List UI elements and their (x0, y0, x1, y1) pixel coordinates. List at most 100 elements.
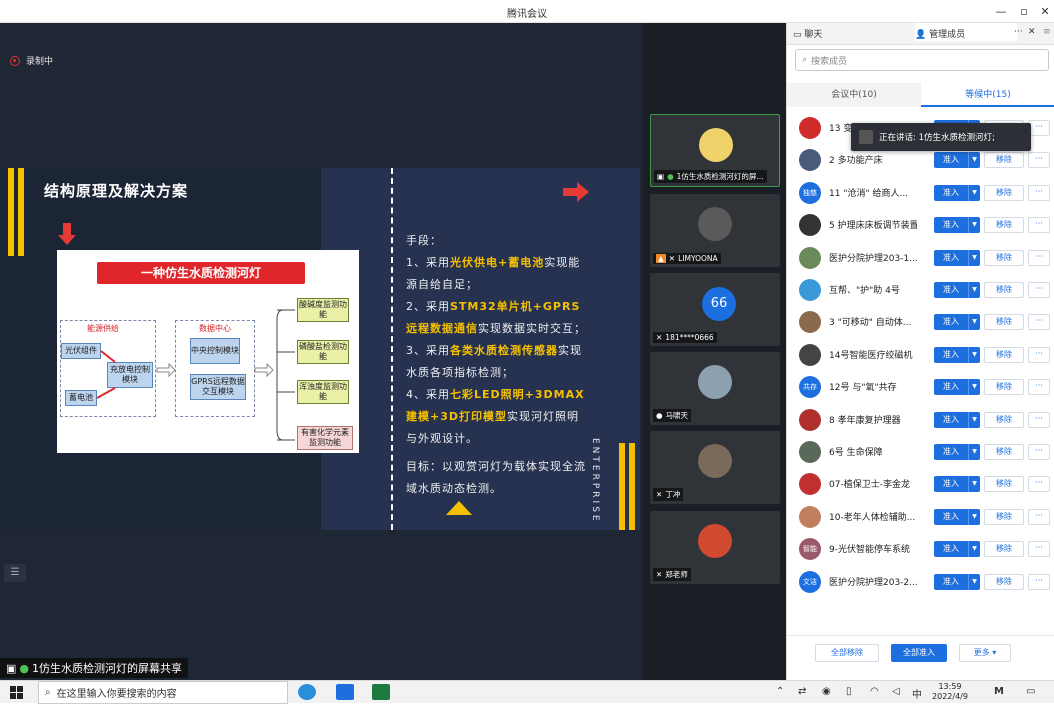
member-name: 6号 生命保障 (829, 448, 883, 458)
member-more-button[interactable]: ··· (1028, 184, 1050, 201)
video-tile[interactable]: ✕ 郑老师 (650, 511, 780, 584)
member-more-button[interactable]: ··· (1028, 282, 1050, 298)
excel-icon[interactable] (372, 684, 390, 700)
remove-button[interactable]: 移除 (984, 379, 1024, 396)
tray-app-icon[interactable]: ◉ (822, 686, 831, 697)
admit-button[interactable]: 准入▼ (934, 217, 980, 234)
admit-button[interactable]: 准入▼ (934, 573, 980, 590)
member-more-button[interactable]: ··· (1028, 444, 1050, 460)
member-more-button[interactable]: ··· (1028, 476, 1050, 493)
tray-battery-icon[interactable]: ▯ (846, 686, 852, 697)
remove-button[interactable]: 移除 (984, 249, 1024, 266)
tab-in-meeting[interactable]: 会议中(10) (787, 83, 921, 107)
remove-button[interactable]: 移除 (984, 217, 1024, 234)
admit-button[interactable]: 准入▼ (934, 476, 980, 493)
tray-wifi-icon[interactable]: ◠ (870, 686, 879, 697)
tray-network-icon[interactable]: ⇄ (798, 686, 806, 697)
remove-button[interactable]: 移除 (984, 411, 1024, 428)
member-search-input[interactable]: ⌕ 搜索成员 (795, 49, 1049, 71)
member-name: 医护分院护理203-2... (829, 577, 917, 588)
video-tile[interactable]: ✕ 丁冲 (650, 431, 780, 504)
avatar (799, 117, 821, 139)
list-icon[interactable]: ☰ (4, 564, 26, 582)
tab-members[interactable]: 👤 管理成员 (915, 23, 1017, 41)
member-more-button[interactable]: ··· (1028, 573, 1050, 590)
admit-button[interactable]: 准入▼ (934, 282, 980, 298)
member-name: 07-植保卫士-李金龙 (829, 480, 910, 491)
means-item-4: 4、采用七彩LED照明+3DMAX建模+3D打印模型实现河灯照明与外观设计。 (406, 388, 585, 445)
tab-waiting[interactable]: 等候中(15) (921, 83, 1054, 107)
panel-menu-icon[interactable]: ≡ (1043, 27, 1051, 37)
minimize-button[interactable]: — (990, 3, 1012, 20)
video-tile[interactable]: ▲ ✕ LIMYOONA (650, 194, 780, 267)
remove-button[interactable]: 移除 (984, 184, 1024, 201)
avatar (859, 130, 873, 144)
footer-more-button[interactable]: 更多 ▾ (959, 644, 1011, 662)
edge-icon[interactable] (298, 684, 316, 700)
admit-button[interactable]: 准入▼ (934, 541, 980, 558)
member-row: 医护分院护理203-1... 准入 ▼ 移除 ··· (787, 241, 1054, 273)
clock-date: 2022/4/9 (932, 692, 968, 701)
member-more-button[interactable]: ··· (1028, 217, 1050, 234)
admit-all-button[interactable]: 全部准入 (891, 644, 947, 662)
admit-button[interactable]: 准入▼ (934, 346, 980, 363)
avatar: 66 (702, 287, 736, 321)
remove-button[interactable]: 移除 (984, 541, 1024, 558)
member-more-button[interactable]: ··· (1028, 541, 1050, 558)
remove-button[interactable]: 移除 (984, 444, 1024, 460)
admit-button[interactable]: 准入▼ (934, 249, 980, 266)
tray-volume-icon[interactable]: ◁ (892, 686, 900, 697)
video-tile[interactable]: 66 ✕ 181****0666 (650, 273, 780, 346)
panel-more-button[interactable]: ··· (1014, 27, 1023, 37)
chevron-down-icon: ▼ (968, 508, 980, 525)
ime-indicator[interactable]: 中 (912, 686, 922, 701)
taskbar-search-input[interactable]: ⌕ 在这里输入你要搜索的内容 (38, 681, 288, 704)
turbidity-node: 浑浊度监测功能 (297, 380, 349, 404)
member-more-button[interactable]: ··· (1028, 152, 1050, 169)
member-more-button[interactable]: ··· (1028, 120, 1050, 136)
maximize-button[interactable]: ▫ (1013, 3, 1035, 20)
member-more-button[interactable]: ··· (1028, 249, 1050, 266)
admit-button[interactable]: 准入▼ (934, 411, 980, 428)
member-name: 11 "沧消" 给商人... (829, 188, 909, 199)
admit-button[interactable]: 准入▼ (934, 379, 980, 396)
remove-button[interactable]: 移除 (984, 476, 1024, 493)
remove-button[interactable]: 移除 (984, 346, 1024, 363)
tray-app-icon[interactable]: M (994, 686, 1004, 697)
member-row: 独慈 11 "沧消" 给商人... 准入 ▼ 移除 ··· (787, 176, 1054, 208)
member-more-button[interactable]: ··· (1028, 508, 1050, 525)
panel-close-icon[interactable]: ✕ (1028, 27, 1036, 37)
admit-button[interactable]: 准入▼ (934, 184, 980, 201)
windows-start-icon[interactable] (10, 686, 23, 699)
notification-icon[interactable]: ▭ (1026, 686, 1035, 697)
video-tile[interactable]: ▣ ● 1仿生水质检测河灯的屏... (650, 114, 780, 187)
tab-chat[interactable]: ▭ 聊天 (793, 27, 822, 40)
remove-all-button[interactable]: 全部移除 (815, 644, 879, 662)
member-more-button[interactable]: ··· (1028, 314, 1050, 331)
remove-button[interactable]: 移除 (984, 573, 1024, 590)
means-heading: 手段： (406, 234, 442, 247)
member-name: 医护分院护理203-1... (829, 253, 917, 264)
tencent-meeting-icon[interactable] (336, 684, 354, 700)
member-more-button[interactable]: ··· (1028, 379, 1050, 396)
yellow-up-triangle-icon (446, 501, 472, 515)
avatar (799, 311, 821, 334)
admit-button[interactable]: 准入▼ (934, 314, 980, 331)
recording-indicator[interactable]: 录制中 (10, 54, 53, 67)
admit-button[interactable]: 准入▼ (934, 508, 980, 525)
taskbar-clock[interactable]: 13:59 2022/4/9 (926, 682, 974, 702)
close-button[interactable]: ✕ (1034, 3, 1054, 20)
yellow-bar (18, 168, 24, 256)
member-more-button[interactable]: ··· (1028, 346, 1050, 363)
member-more-button[interactable]: ··· (1028, 411, 1050, 428)
member-name: 8 孝年康复护理器 (829, 415, 901, 426)
red-right-arrow-icon (563, 182, 589, 202)
tray-chevron-icon[interactable]: ⌃ (776, 686, 784, 697)
remove-button[interactable]: 移除 (984, 282, 1024, 298)
remove-button[interactable]: 移除 (984, 152, 1024, 169)
remove-button[interactable]: 移除 (984, 508, 1024, 525)
video-tile[interactable]: ● 马啸天 (650, 352, 780, 425)
remove-button[interactable]: 移除 (984, 314, 1024, 331)
admit-button[interactable]: 准入▼ (934, 152, 980, 169)
admit-button[interactable]: 准入▼ (934, 444, 980, 460)
